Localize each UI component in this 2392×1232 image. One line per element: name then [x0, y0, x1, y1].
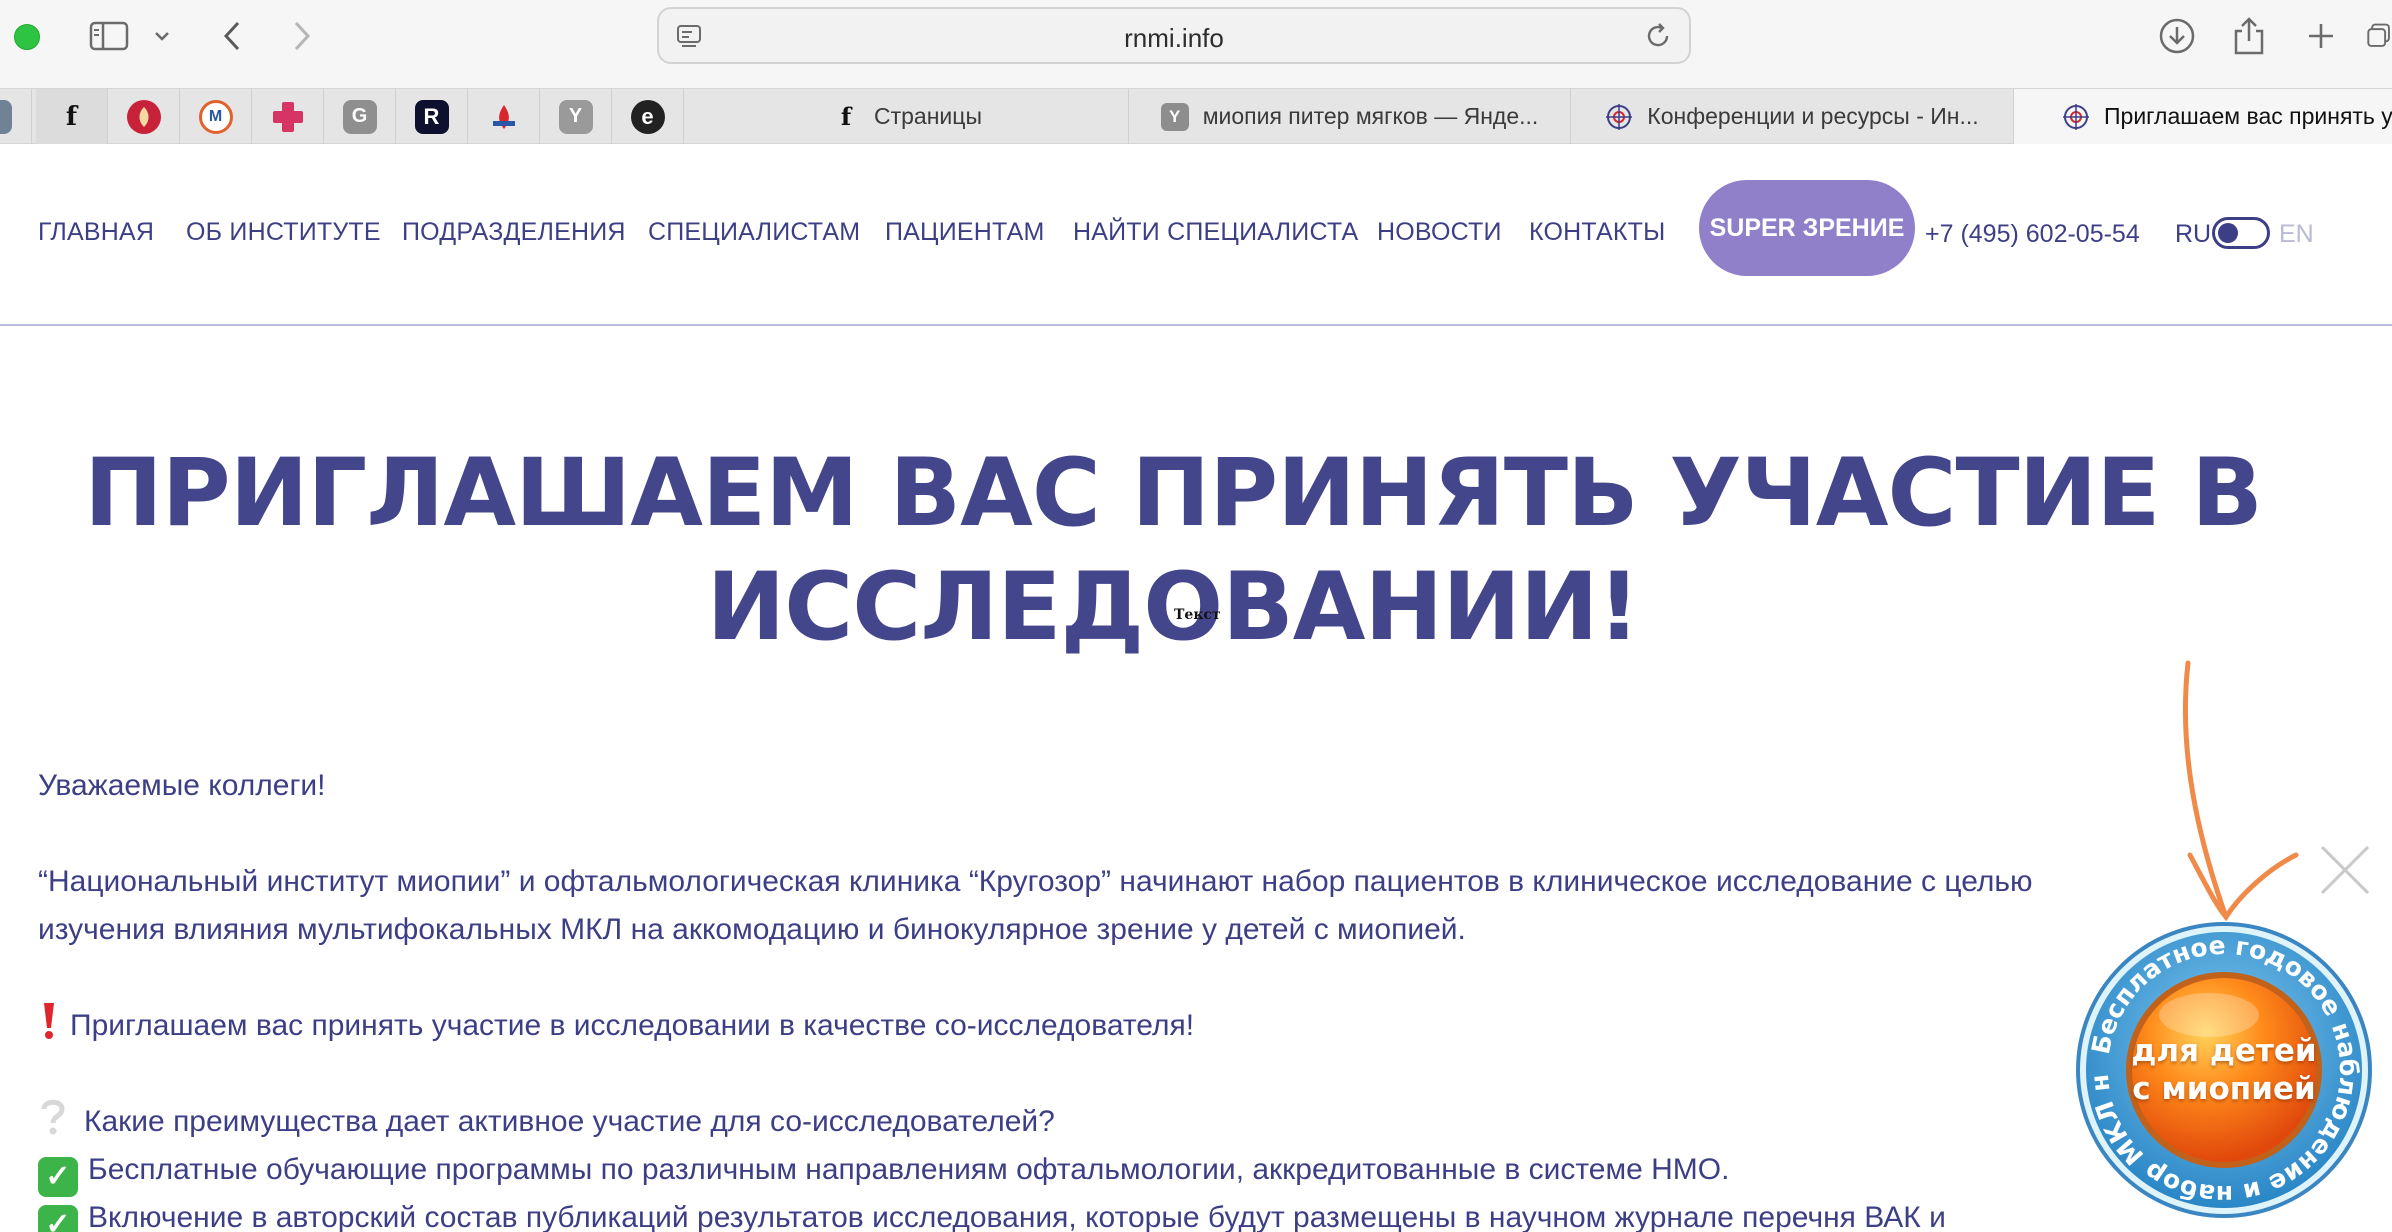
pinned-tab-redbull[interactable] — [108, 89, 180, 144]
redbull-favicon-icon — [126, 99, 161, 134]
close-icon[interactable] — [2318, 843, 2372, 897]
title-line-1: ПРИГЛАШАЕМ ВАС ПРИНЯТЬ УЧАСТИЕ В — [84, 439, 2263, 548]
cursor-tooltip: Текст — [1174, 607, 1221, 623]
promo-center-text: для детей с миопией — [2074, 1032, 2374, 1108]
pinned-tab-ophtal[interactable] — [468, 89, 540, 144]
greeting: Уважаемые коллеги! — [38, 769, 326, 802]
lang-ru-label[interactable]: RU — [2175, 220, 2211, 249]
sidebar-toggle-icon[interactable] — [86, 14, 132, 58]
nav-patients[interactable]: ПАЦИЕНТАМ — [885, 218, 1045, 247]
question-line: Какие преимущества дает активное участие… — [38, 1097, 1055, 1146]
check-mark-icon: ✓ — [38, 1205, 78, 1232]
nav-find-specialist[interactable]: НАЙТИ СПЕЦИАЛИСТА — [1073, 218, 1358, 247]
title-line-2: ИССЛЕДОВАНИИ! — [706, 553, 1641, 662]
check-mark-icon: ✓ — [38, 1157, 78, 1197]
promo-badge[interactable]: Бесплатное годовое наблюдение и набор МК… — [2074, 920, 2374, 1220]
intro-line-1: “Национальный институт миопии” и офтальм… — [38, 865, 2033, 898]
pinned-tab-r[interactable]: R — [396, 89, 468, 144]
page-title: ПРИГЛАШАЕМ ВАС ПРИНЯТЬ УЧАСТИЕ В ИССЛЕДО… — [0, 437, 2346, 665]
nav-specialists[interactable]: СПЕЦИАЛИСТАМ — [648, 218, 860, 247]
tab-pages[interactable]: f Страницы — [686, 89, 1129, 144]
browser-toolbar: rnmi.info — [0, 0, 2392, 88]
tab-conferences[interactable]: Конференции и ресурсы - Ин... — [1571, 89, 2014, 144]
target-favicon-icon — [2062, 103, 2090, 131]
intro-paragraph: “Национальный институт миопии” и офтальм… — [38, 858, 2218, 954]
question-icon — [38, 1097, 68, 1135]
r-favicon-icon: R — [414, 99, 449, 134]
exclamation-icon — [38, 1001, 60, 1039]
medical-cross-icon — [271, 100, 305, 134]
benefit-item-1: ✓ Бесплатные обучающие программы по разли… — [38, 1146, 1729, 1197]
pinned-tab-g[interactable]: G — [324, 89, 396, 144]
downloads-icon[interactable] — [2154, 14, 2200, 58]
yandex-favicon-icon: Y — [558, 99, 593, 134]
language-toggle[interactable] — [2212, 217, 2270, 249]
reload-icon[interactable] — [1643, 21, 1673, 56]
question-text: Какие преимущества дает активное участие… — [84, 1105, 1055, 1138]
avatar-favicon-icon — [0, 99, 12, 134]
window-zoom-button[interactable] — [14, 24, 40, 50]
mirea-favicon-icon: М — [198, 99, 233, 134]
nav-contacts[interactable]: КОНТАКТЫ — [1529, 218, 1665, 247]
toggle-knob — [2218, 223, 2238, 243]
share-icon[interactable] — [2226, 14, 2272, 58]
pinned-tab-yandex[interactable]: Y — [540, 89, 612, 144]
g-favicon-icon: G — [342, 99, 377, 134]
chevron-down-icon[interactable] — [150, 14, 174, 58]
invite-line: Приглашаем вас принять участие в исследо… — [38, 1001, 1194, 1050]
ophtal-favicon-icon — [487, 100, 521, 134]
tab-label: Страницы — [874, 103, 982, 129]
facebook-favicon-icon: f — [65, 101, 78, 132]
address-bar[interactable]: rnmi.info — [657, 7, 1691, 64]
nav-about[interactable]: ОБ ИНСТИТУТЕ — [186, 218, 381, 247]
nav-news[interactable]: НОВОСТИ — [1377, 218, 1502, 247]
lang-en-label[interactable]: EN — [2279, 220, 2314, 249]
promo-center-line-1: для детей — [2131, 1033, 2317, 1069]
tab-current-page[interactable]: Приглашаем вас принять у — [2014, 89, 2392, 144]
url-text: rnmi.info — [1124, 23, 1224, 53]
pinned-tab-facebook[interactable]: f — [36, 89, 108, 144]
invite-text: Приглашаем вас принять участие в исследо… — [70, 1009, 1195, 1042]
intro-line-2: изучения влияния мультифокальных МКЛ на … — [38, 913, 1466, 946]
tab-label: Приглашаем вас принять у — [2104, 103, 2392, 129]
e-favicon-icon: e — [630, 99, 665, 134]
new-tab-icon[interactable] — [2298, 14, 2344, 58]
target-favicon-icon — [1605, 103, 1633, 131]
facebook-favicon-icon: f — [840, 102, 852, 131]
pinned-tab-mirea[interactable]: М — [180, 89, 252, 144]
benefit-item-2: ✓ Включение в авторский состав публикаций… — [38, 1194, 1946, 1232]
site-header: ГЛАВНАЯ ОБ ИНСТИТУТЕ ПОДРАЗДЕЛЕНИЯ СПЕЦИ… — [0, 144, 2392, 326]
promo-center-line-2: с миопией — [2132, 1071, 2316, 1107]
benefit-text: Бесплатные обучающие программы по различ… — [88, 1153, 1730, 1186]
pinned-tab-e[interactable]: e — [612, 89, 684, 144]
benefit-text: Включение в авторский состав публикаций … — [88, 1201, 1946, 1232]
phone-link[interactable]: +7 (495) 602-05-54 — [1925, 220, 2140, 249]
pinned-tab-avatar[interactable] — [0, 89, 32, 144]
nav-home[interactable]: ГЛАВНАЯ — [38, 218, 154, 247]
pinned-tab-medical[interactable] — [252, 89, 324, 144]
super-vision-button[interactable]: SUPER ЗРЕНИЕ — [1699, 180, 1915, 276]
forward-icon[interactable] — [284, 14, 320, 58]
back-icon[interactable] — [214, 14, 250, 58]
tab-yandex-search[interactable]: Y миопия питер мягков — Янде... — [1129, 89, 1571, 144]
yandex-favicon-icon: Y — [1160, 102, 1189, 131]
tab-bar: f М G R Y e f Страницы Y миопия питер мя… — [0, 88, 2392, 144]
tab-label: миопия питер мягков — Янде... — [1202, 103, 1539, 129]
tab-label: Конференции и ресурсы - Ин... — [1647, 103, 1979, 129]
tab-overview-icon[interactable] — [2366, 14, 2392, 58]
nav-departments[interactable]: ПОДРАЗДЕЛЕНИЯ — [402, 218, 626, 247]
orange-arrow-icon — [2182, 660, 2299, 922]
